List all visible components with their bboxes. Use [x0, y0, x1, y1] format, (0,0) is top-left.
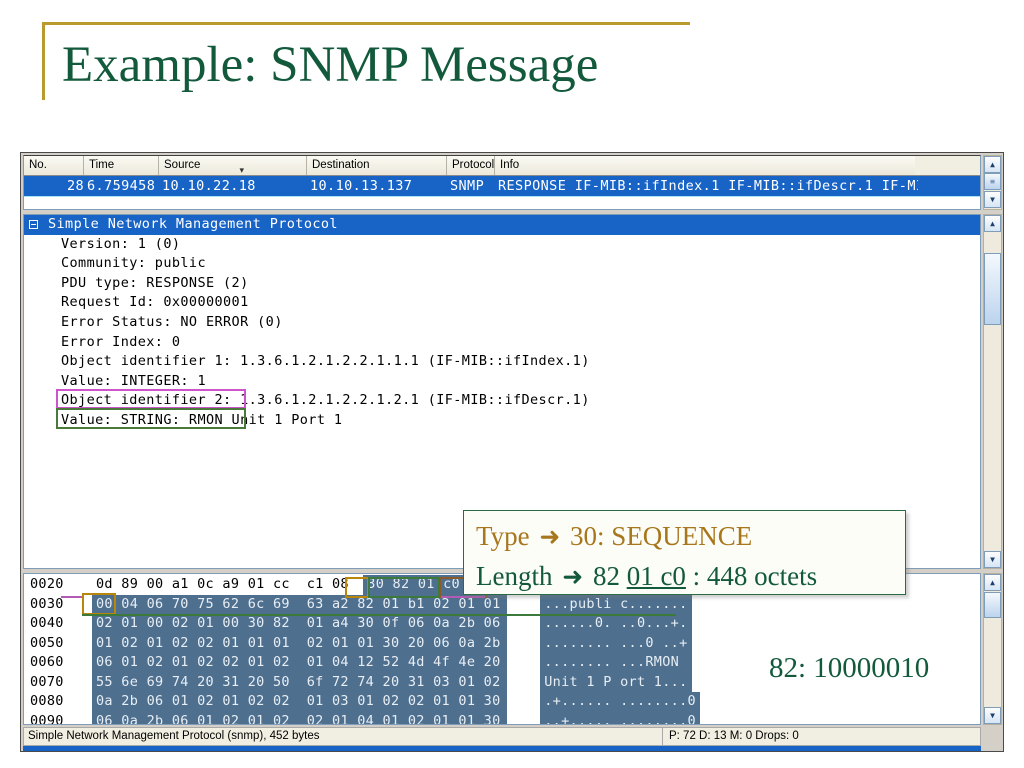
- scrollbar-thumb[interactable]: [984, 253, 1001, 325]
- column-header-destination[interactable]: Destination: [307, 156, 447, 175]
- hex-bytes-selected: 01 02 01 02 02 01 01 01 02 01 01 30 20 0…: [92, 633, 507, 653]
- hex-ascii-selected: .+...... ........0: [540, 692, 700, 712]
- annotation-binary-note: 82: 10000010: [769, 652, 930, 684]
- tree-root-label: Simple Network Management Protocol: [48, 216, 338, 232]
- hex-dump-row[interactable]: 0050 01 02 01 02 02 01 01 01 02 01 01 30 …: [24, 633, 980, 654]
- tree-row-value-1[interactable]: Value: INTEGER: 1: [24, 372, 980, 392]
- tree-row-object-identifier-2[interactable]: Object identifier 2: 1.3.6.1.2.1.2.2.1.2…: [24, 391, 980, 411]
- sort-indicator-icon: ▾: [239, 165, 244, 175]
- hex-ascii-gap: [507, 692, 541, 712]
- tree-row-object-identifier-1[interactable]: Object identifier 1: 1.3.6.1.2.1.2.2.1.1…: [24, 352, 980, 372]
- packet-detail-scrollbar[interactable]: ▲ ▼: [983, 214, 1002, 569]
- tree-row-pdu-type[interactable]: PDU type: RESPONSE (2): [24, 274, 980, 294]
- hex-offset: 0070: [30, 673, 64, 690]
- status-bar-right: P: 72 D: 13 M: 0 Drops: 0: [663, 727, 981, 746]
- hex-bytes-selected: 0a 2b 06 01 02 01 02 02 01 03 01 02 02 0…: [92, 692, 507, 712]
- hex-dump-row[interactable]: 0080 0a 2b 06 01 02 01 02 02 01 03 01 02 …: [24, 692, 980, 712]
- hex-ascii-gap: [507, 595, 541, 615]
- hex-offset: 0050: [30, 634, 64, 651]
- cell-time: 6.759458: [87, 178, 156, 194]
- hex-offset: 0030: [30, 595, 64, 612]
- hex-bytes-selected: 55 6e 69 74 20 31 20 50 6f 72 74 20 31 0…: [92, 672, 507, 692]
- cell-destination: 10.10.13.137: [310, 178, 413, 194]
- slide-canvas: Example: SNMP Message No. Time Source ▾ …: [0, 0, 1024, 768]
- scrollbar-thumb[interactable]: [984, 592, 1001, 618]
- hex-ascii-gap: [507, 712, 541, 725]
- column-header-info[interactable]: Info: [495, 156, 915, 175]
- status-bar-accent: [23, 746, 981, 751]
- hex-ascii-selected: ...publi c.......: [540, 594, 692, 614]
- packet-list-header: No. Time Source ▾ Destination Protocol I…: [24, 156, 980, 176]
- cell-info: RESPONSE IF-MIB::ifIndex.1 IF-MIB::ifDes…: [498, 178, 918, 194]
- hex-offset: 0090: [30, 712, 64, 725]
- callout-type-value: 30: SEQUENCE: [570, 521, 753, 551]
- tree-row-error-status[interactable]: Error Status: NO ERROR (0): [24, 313, 980, 333]
- hex-bytes-selected: 06 01 02 01 02 02 01 02 01 04 12 52 4d 4…: [92, 653, 507, 673]
- tree-row-community[interactable]: Community: public: [24, 254, 980, 274]
- column-header-protocol[interactable]: Protocol: [447, 156, 495, 175]
- hex-ascii-selected: Unit 1 P ort 1...: [540, 672, 692, 692]
- scroll-down-icon[interactable]: ▼: [984, 551, 1001, 568]
- callout-length-suffix: : 448 octets: [692, 561, 818, 591]
- hex-bytes-selected: 02 01 00 02 01 00 30 82 01 a4 30 0f 06 0…: [92, 614, 507, 634]
- status-bar: Simple Network Management Protocol (snmp…: [23, 727, 981, 746]
- page-title: Example: SNMP Message: [62, 37, 599, 93]
- cell-protocol: SNMP: [450, 178, 485, 194]
- status-bar-left: Simple Network Management Protocol (snmp…: [23, 727, 663, 746]
- callout-length-underlined: 01 c0: [626, 561, 686, 591]
- cell-no: 28: [66, 178, 84, 194]
- hex-dump-row[interactable]: 0030 00 04 06 70 75 62 6c 69 63 a2 82 01 …: [24, 594, 980, 615]
- cell-source: 10.10.22.18: [162, 178, 256, 194]
- hex-ascii-gap: [507, 653, 541, 673]
- hex-ascii-selected: ..+..... ........0: [540, 711, 700, 724]
- column-header-time[interactable]: Time: [84, 156, 159, 175]
- column-header-source[interactable]: Source ▾: [159, 156, 307, 175]
- packet-list-scrollbar[interactable]: ▲ ≡ ▼: [983, 155, 1002, 210]
- hex-ascii-gap: [507, 614, 541, 634]
- hex-bytes-selected: 00 04 06 70 75 62 6c 69 63 a2 82 01 b1 0…: [92, 594, 507, 614]
- hex-offset: 0020: [30, 576, 64, 592]
- title-top-rule: [42, 22, 690, 25]
- scroll-up-icon[interactable]: ▲: [984, 215, 1001, 232]
- packet-detail-tree: Simple Network Management Protocol Versi…: [24, 215, 980, 431]
- hex-offset: 0060: [30, 654, 64, 670]
- tree-row-value-2[interactable]: Value: STRING: RMON Unit 1 Port 1: [24, 411, 980, 431]
- tree-row-error-index[interactable]: Error Index: 0: [24, 333, 980, 353]
- annotation-callout: Type ➜ 30: SEQUENCE Length ➜ 82 01 c0 : …: [463, 510, 906, 595]
- hex-offset: 0080: [30, 693, 64, 709]
- column-header-no[interactable]: No.: [24, 156, 84, 175]
- hex-ascii-gap: [507, 634, 541, 654]
- callout-length-label: Length: [476, 561, 553, 591]
- hex-offset: 0040: [30, 615, 64, 631]
- collapse-icon[interactable]: [29, 220, 38, 229]
- hex-ascii-gap: [507, 673, 541, 693]
- callout-type-line: Type ➜ 30: SEQUENCE: [476, 517, 905, 557]
- scrollbar-thumb[interactable]: ≡: [984, 173, 1001, 190]
- scroll-up-icon[interactable]: ▲: [984, 574, 1001, 591]
- packet-list-pane[interactable]: No. Time Source ▾ Destination Protocol I…: [23, 155, 981, 210]
- hex-ascii-selected: ......0. ..0...+.: [540, 614, 692, 634]
- tree-row-root[interactable]: Simple Network Management Protocol: [24, 215, 980, 235]
- arrow-right-icon: ➜: [539, 524, 561, 551]
- callout-length-line: Length ➜ 82 01 c0 : 448 octets: [476, 557, 905, 597]
- scroll-down-icon[interactable]: ▼: [984, 191, 1001, 208]
- hex-ascii-selected: ........ ...0 ..+: [540, 633, 692, 653]
- tree-row-request-id[interactable]: Request Id: 0x00000001: [24, 293, 980, 313]
- title-left-rule: [42, 22, 45, 100]
- hex-ascii-selected: ........ ...RMON: [540, 653, 692, 673]
- packet-list-row-selected[interactable]: 28 6.759458 10.10.22.18 10.10.13.137 SNM…: [24, 176, 980, 196]
- packet-list-empty-area: [24, 196, 980, 206]
- scroll-up-icon[interactable]: ▲: [984, 156, 1001, 173]
- column-header-source-label: Source: [164, 159, 201, 171]
- hex-bytes-unselected: 0d 89 00 a1 0c a9 01 cc c1 08: [96, 576, 358, 592]
- hex-dump-scrollbar[interactable]: ▲ ▼: [983, 573, 1002, 725]
- hex-dump-row[interactable]: 0040 02 01 00 02 01 00 30 82 01 a4 30 0f …: [24, 614, 980, 634]
- tree-row-version[interactable]: Version: 1 (0): [24, 235, 980, 255]
- scroll-down-icon[interactable]: ▼: [984, 707, 1001, 724]
- hex-dump-row[interactable]: 0090 06 0a 2b 06 01 02 01 02 02 01 04 01 …: [24, 711, 980, 725]
- callout-type-label: Type: [476, 521, 530, 551]
- hex-bytes-selected: 06 0a 2b 06 01 02 01 02 02 01 04 01 02 0…: [92, 711, 507, 724]
- callout-length-prefix: 82: [592, 561, 620, 591]
- arrow-right-icon: ➜: [562, 564, 584, 591]
